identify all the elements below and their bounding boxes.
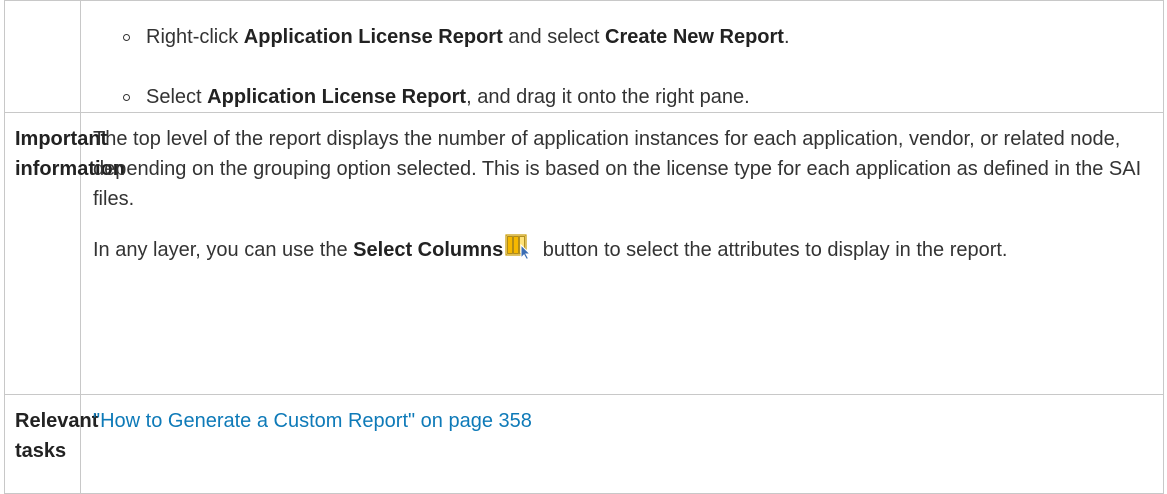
step-bold-menu-item: Create New Report	[605, 26, 784, 48]
para-text: In any layer, you can use the	[93, 239, 354, 261]
select-columns-icon	[505, 234, 533, 261]
row-label-relevant-tasks: Relevant tasks	[4, 394, 98, 494]
information-cell: The top level of the report displays the…	[80, 112, 1164, 395]
hollow-bullet-icon	[123, 94, 130, 101]
steps-list: Right-click Application License Report a…	[93, 22, 1149, 112]
table-row: Important information The top level of t…	[4, 112, 1164, 395]
select-columns-label: Select Columns	[353, 239, 504, 261]
table-row: Relevant tasks "How to Generate a Custom…	[4, 394, 1164, 494]
step-text: Select	[146, 86, 208, 108]
custom-report-link[interactable]: "How to Generate a Custom Report" on pag…	[93, 410, 532, 432]
information-paragraph: The top level of the report displays the…	[93, 128, 1142, 210]
step-text: and select	[502, 26, 606, 48]
hollow-bullet-icon	[123, 34, 130, 41]
step-text: Right-click	[146, 26, 244, 48]
step-bold-report-name: Application License Report	[243, 26, 503, 48]
step-text: .	[783, 26, 790, 48]
table-row: Right-click Application License Report a…	[4, 0, 1164, 113]
list-item: Select Application License Report, and d…	[93, 82, 1149, 112]
step-text: , and drag it onto the right pane.	[466, 86, 750, 108]
steps-cell: Right-click Application License Report a…	[80, 0, 1164, 113]
row-label-empty	[4, 0, 81, 113]
list-item: Right-click Application License Report a…	[93, 22, 1149, 52]
info-table: Right-click Application License Report a…	[4, 0, 1164, 494]
tasks-cell: "How to Generate a Custom Report" on pag…	[80, 394, 1164, 494]
row-label-important-information: Important information	[4, 112, 125, 395]
select-columns-paragraph: In any layer, you can use the Select Col…	[93, 214, 1149, 265]
para-text: button to select the attributes to displ…	[537, 239, 1008, 261]
step-bold-report-name: Application License Report	[207, 86, 467, 108]
